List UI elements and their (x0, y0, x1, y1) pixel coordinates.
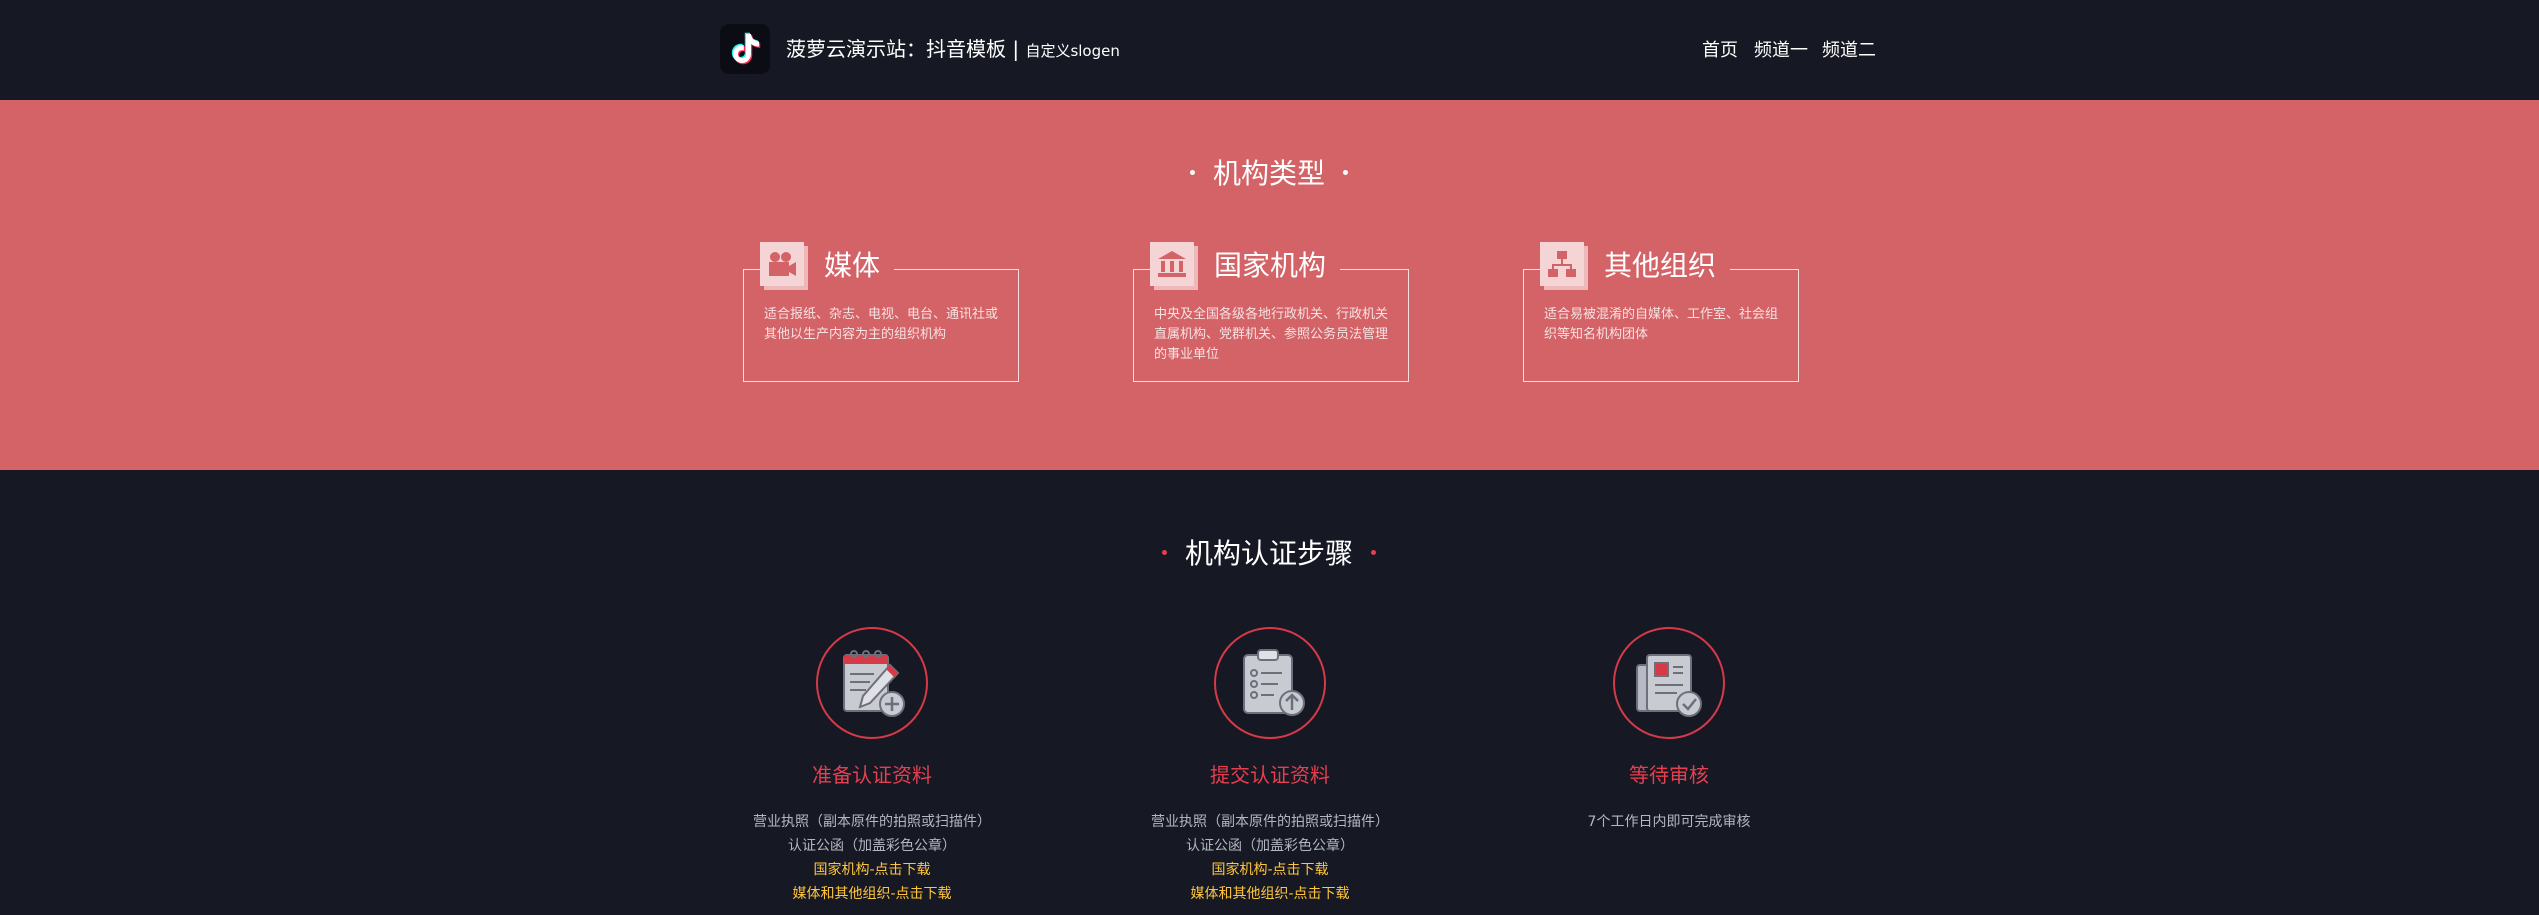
card-header: 其他组织 (1540, 242, 1731, 286)
step-prepare: 准备认证资料 营业执照（副本原件的拍照或扫描件） 认证公函（加盖彩色公章） 国家… (702, 627, 1042, 906)
card-description: 中央及全国各级各地行政机关、行政机关直属机构、党群机关、参照公务员法管理的事业单… (1154, 307, 1389, 362)
government-building-icon (1150, 242, 1194, 286)
org-types-title: 机构类型 (1069, 152, 1469, 192)
card-title: 国家机构 (1214, 249, 1327, 282)
tiktok-note-icon (731, 32, 761, 65)
step-detail-line: 7个工作日内即可完成审核 (1587, 814, 1751, 830)
title-dot-right (1371, 549, 1376, 555)
steps-title: 机构认证步骤 (1069, 532, 1469, 572)
org-card-government: 国家机构 中央及全国各级各地行政机关、行政机关直属机构、党群机关、参照公务员法管… (1133, 242, 1409, 382)
step-name: 等待审核 (1629, 763, 1709, 787)
title-dot-left (1189, 169, 1195, 175)
org-card-other: 其他组织 适合易被混淆的自媒体、工作室、社会组织等知名机构团体 (1523, 242, 1799, 382)
card-header: 媒体 (760, 242, 895, 286)
download-link-government[interactable]: 国家机构-点击下载 (702, 858, 1042, 882)
nav-channel-two[interactable]: 频道二 (1822, 36, 1876, 62)
step-detail-line: 营业执照（副本原件的拍照或扫描件） (753, 814, 991, 830)
card-description: 适合易被混淆的自媒体、工作室、社会组织等知名机构团体 (1544, 307, 1779, 342)
card-title: 媒体 (824, 249, 881, 282)
clipboard-upload-icon (1243, 649, 1305, 716)
step-icon-circle (816, 627, 928, 739)
step-detail-line: 认证公函（加盖彩色公章） (788, 838, 956, 854)
org-card-media: 媒体 适合报纸、杂志、电视、电台、通讯社或其他以生产内容为主的组织机构 (743, 242, 1019, 382)
site-slogan: 自定义slogen (1025, 42, 1120, 60)
step-detail-line: 营业执照（副本原件的拍照或扫描件） (1151, 814, 1389, 830)
step-name: 准备认证资料 (812, 763, 932, 787)
tiktok-logo[interactable] (720, 24, 770, 74)
step-details: 营业执照（副本原件的拍照或扫描件） 认证公函（加盖彩色公章） 国家机构-点击下载… (702, 810, 1042, 906)
site-title: 菠萝云演示站：抖音模板 (786, 37, 1006, 61)
step-details: 营业执照（副本原件的拍照或扫描件） 认证公函（加盖彩色公章） 国家机构-点击下载… (1100, 810, 1440, 906)
site-brand[interactable]: 菠萝云演示站：抖音模板 | 自定义slogen (786, 35, 1120, 65)
org-chart-icon (1540, 242, 1584, 286)
step-icon-circle (1613, 627, 1725, 739)
video-camera-icon (760, 242, 804, 286)
step-name: 提交认证资料 (1210, 763, 1330, 787)
card-description: 适合报纸、杂志、电视、电台、通讯社或其他以生产内容为主的组织机构 (764, 307, 999, 342)
top-header: 菠萝云演示站：抖音模板 | 自定义slogen 首页 频道一 频道二 (0, 0, 2539, 100)
title-dot-left (1161, 549, 1167, 555)
document-check-icon (1636, 654, 1702, 717)
step-details: 7个工作日内即可完成审核 (1499, 810, 1839, 834)
download-link-media-other[interactable]: 媒体和其他组织-点击下载 (702, 882, 1042, 906)
step-detail-line: 认证公函（加盖彩色公章） (1186, 838, 1354, 854)
title-dot-right (1343, 169, 1348, 175)
download-link-government[interactable]: 国家机构-点击下载 (1100, 858, 1440, 882)
nav-home[interactable]: 首页 (1702, 36, 1738, 62)
notepad-add-icon (843, 650, 905, 717)
card-header: 国家机构 (1150, 242, 1341, 286)
nav-channel-one[interactable]: 频道一 (1754, 36, 1808, 62)
step-icon-circle (1214, 627, 1326, 739)
org-types-section: 机构类型 媒体 适合报纸、杂志、电视、电台、通讯社或其他以生产内容为主的组织机构… (0, 100, 2539, 470)
download-link-media-other[interactable]: 媒体和其他组织-点击下载 (1100, 882, 1440, 906)
step-submit: 提交认证资料 营业执照（副本原件的拍照或扫描件） 认证公函（加盖彩色公章） 国家… (1100, 627, 1440, 906)
step-review: 等待审核 7个工作日内即可完成审核 (1499, 627, 1839, 834)
card-title: 其他组织 (1604, 249, 1717, 282)
brand-separator: | (1006, 37, 1026, 61)
